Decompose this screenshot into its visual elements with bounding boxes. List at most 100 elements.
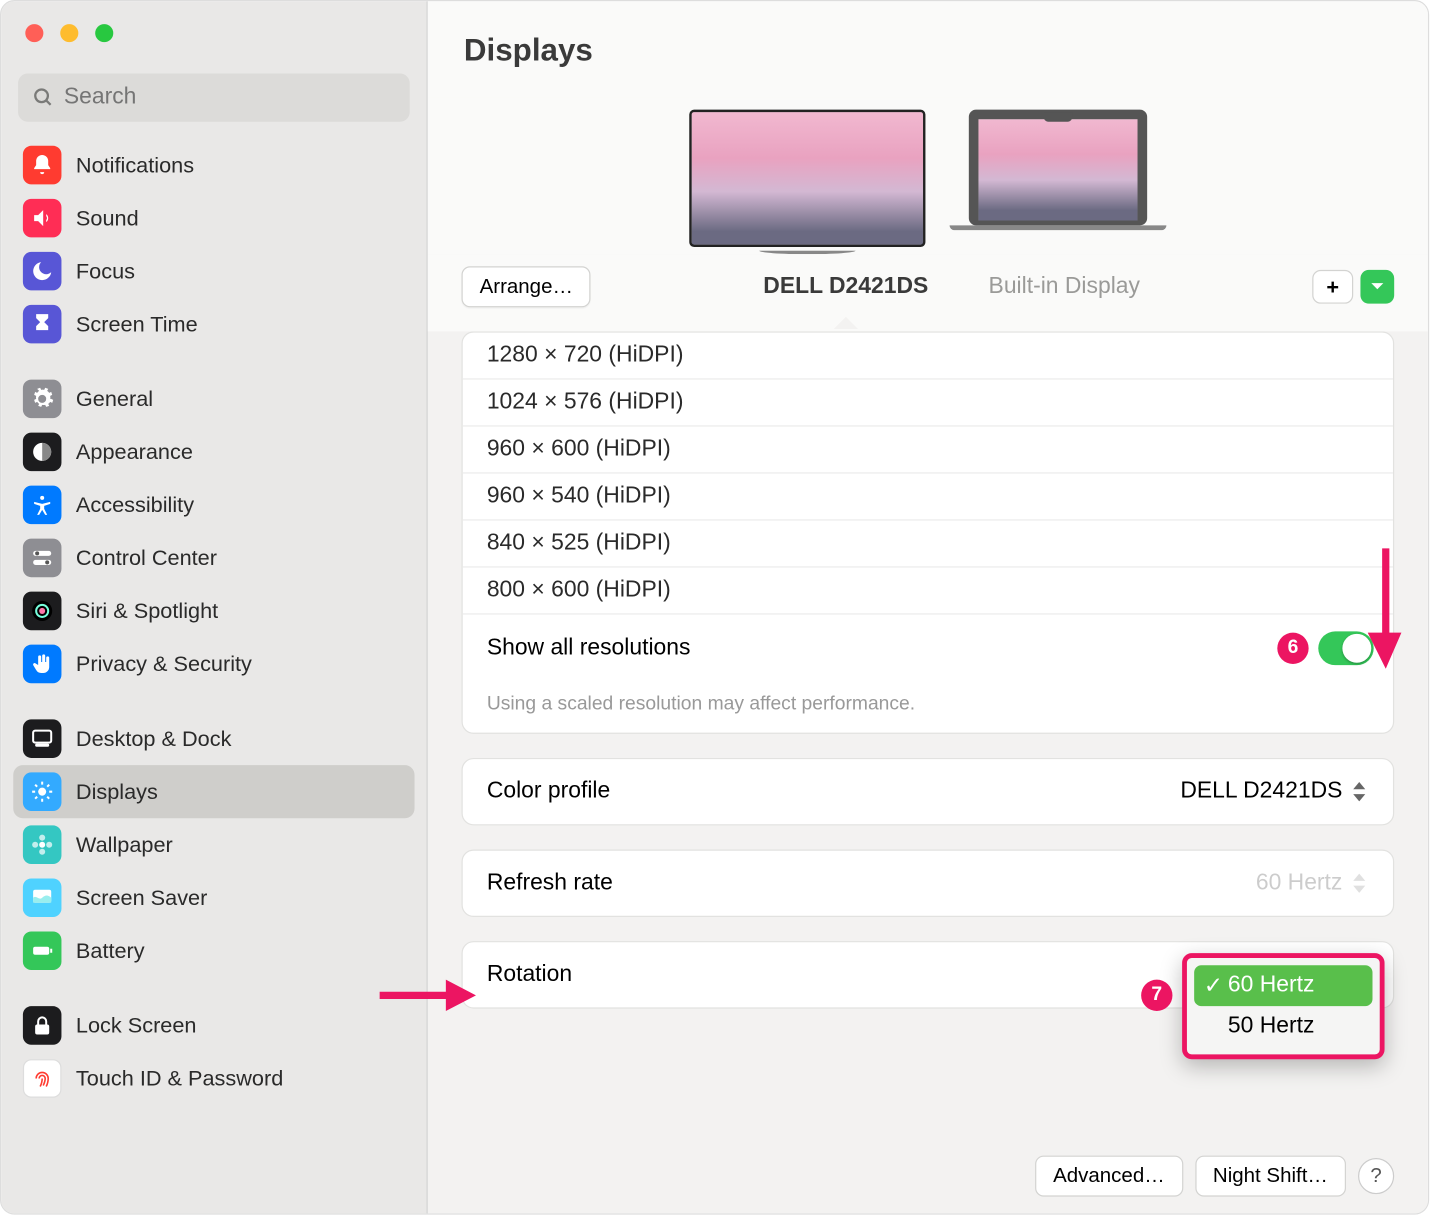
sidebar-item-label: Displays [76,779,158,804]
flower-icon [23,825,62,864]
sidebar-item-label: Appearance [76,439,193,464]
refresh-rate-panel: Refresh rate 60 Hertz [462,850,1395,917]
accessibility-icon [23,486,62,525]
bell-icon [23,146,62,185]
hand-icon [23,645,62,684]
resolution-option[interactable]: 960 × 540 (HiDPI) [463,472,1393,519]
battery-icon [23,931,62,970]
show-all-resolutions-label: Show all resolutions [487,635,691,662]
sidebar-item-label: Notifications [76,152,194,177]
sidebar-item-siri-spotlight[interactable]: Siri & Spotlight [13,584,414,637]
display-arrangement-preview [428,98,1428,255]
gear-icon [23,380,62,419]
sidebar-item-battery[interactable]: Battery [13,924,414,977]
sidebar-item-label: Screen Saver [76,885,207,910]
resolution-option[interactable]: 960 × 600 (HiDPI) [463,425,1393,472]
sidebar-item-label: Privacy & Security [76,651,252,676]
add-display-button[interactable]: + [1312,270,1353,304]
search-field[interactable] [18,74,410,122]
sidebar-item-label: Battery [76,938,145,963]
sidebar-item-desktop-dock[interactable]: Desktop & Dock [13,712,414,765]
annotation-arrow-right [380,977,476,1019]
add-display-menu[interactable] [1360,270,1394,304]
builtin-display-thumbnail[interactable] [950,110,1167,255]
refresh-rate-option-50[interactable]: 50 Hertz [1194,1006,1372,1047]
screensaver-icon [23,878,62,917]
sidebar-item-accessibility[interactable]: Accessibility [13,478,414,531]
sidebar-item-label: Screen Time [76,311,198,336]
sidebar-item-label: Lock Screen [76,1013,197,1038]
sidebar-item-label: General [76,386,153,411]
speaker-icon [23,199,62,238]
sidebar-item-screen-saver[interactable]: Screen Saver [13,871,414,924]
night-shift-button[interactable]: Night Shift… [1195,1156,1346,1197]
scaled-resolution-note: Using a scaled resolution may affect per… [463,682,1393,733]
sidebar-item-touch-id-password[interactable]: Touch ID & Password [13,1052,414,1105]
search-input[interactable] [64,84,395,111]
color-profile-label: Color profile [487,778,610,805]
advanced-button[interactable]: Advanced… [1035,1156,1183,1197]
sidebar-list: Notifications Sound Focus Screen Time Genera… [1,139,426,1214]
fingerprint-icon [23,1059,62,1098]
color-profile-value: DELL D2421DS [1180,778,1342,805]
sidebar-item-label: Sound [76,205,139,230]
resolution-option[interactable]: 1280 × 720 (HiDPI) [463,333,1393,379]
sidebar: Notifications Sound Focus Screen Time Genera… [1,1,428,1213]
sidebar-item-displays[interactable]: Displays [13,765,414,818]
resolution-option[interactable]: 840 × 525 (HiDPI) [463,519,1393,566]
sidebar-item-wallpaper[interactable]: Wallpaper [13,818,414,871]
external-display-thumbnail[interactable] [689,110,925,255]
refresh-rate-option-60[interactable]: 60 Hertz [1194,965,1372,1006]
sidebar-item-notifications[interactable]: Notifications [13,139,414,192]
sidebar-item-privacy-security[interactable]: Privacy & Security [13,637,414,690]
switches-icon [23,539,62,578]
hourglass-icon [23,305,62,344]
arrange-button[interactable]: Arrange… [462,266,592,307]
sidebar-item-label: Siri & Spotlight [76,598,218,623]
sidebar-item-control-center[interactable]: Control Center [13,531,414,584]
resolutions-panel: 1280 × 720 (HiDPI)1024 × 576 (HiDPI)960 … [462,331,1395,733]
refresh-rate-popover: 60 Hertz 50 Hertz [1182,953,1384,1059]
show-all-resolutions-toggle[interactable] [1318,631,1373,665]
sidebar-item-label: Wallpaper [76,832,173,857]
moon-icon [23,252,62,291]
refresh-rate-picker[interactable]: 60 Hertz [1256,870,1374,897]
display-tab-0[interactable]: DELL D2421DS [763,274,928,301]
help-button[interactable]: ? [1358,1158,1394,1194]
appearance-icon [23,433,62,472]
sidebar-item-label: Control Center [76,545,217,570]
display-tab-1[interactable]: Built-in Display [989,274,1140,301]
sidebar-item-appearance[interactable]: Appearance [13,425,414,478]
fullscreen-button[interactable] [95,23,113,41]
sidebar-item-general[interactable]: General [13,372,414,425]
sidebar-item-label: Touch ID & Password [76,1066,283,1091]
sidebar-item-lock-screen[interactable]: Lock Screen [13,999,414,1052]
sidebar-item-label: Accessibility [76,492,194,517]
sidebar-item-focus[interactable]: Focus [13,245,414,298]
sidebar-item-screen-time[interactable]: Screen Time [13,298,414,351]
minimize-button[interactable] [60,23,78,41]
color-profile-picker[interactable]: DELL D2421DS [1180,778,1373,805]
updown-icon [1352,780,1374,804]
refresh-rate-label: Refresh rate [487,870,613,897]
chevron-down-icon [1370,280,1384,294]
close-button[interactable] [25,23,43,41]
search-icon [33,87,55,109]
rotation-label: Rotation [487,962,572,989]
resolution-option[interactable]: 1024 × 576 (HiDPI) [463,378,1393,425]
sun-icon [23,772,62,811]
resolution-option[interactable]: 800 × 600 (HiDPI) [463,566,1393,613]
lock-icon [23,1006,62,1045]
sidebar-item-sound[interactable]: Sound [13,192,414,245]
annotation-arrow-down [1368,548,1404,675]
display-tabs: DELL D2421DS Built-in Display [591,274,1312,301]
updown-icon [1352,871,1374,895]
window-controls [1,1,426,64]
plus-icon: + [1326,274,1339,299]
annotation-badge-6: 6 [1277,633,1308,664]
main-pane: Displays Arrange… DELL D2421DS Built-in D… [428,1,1428,1213]
page-title: Displays [464,31,593,68]
sidebar-item-label: Focus [76,258,135,283]
color-profile-panel: Color profile DELL D2421DS [462,758,1395,825]
sidebar-item-label: Desktop & Dock [76,726,232,751]
